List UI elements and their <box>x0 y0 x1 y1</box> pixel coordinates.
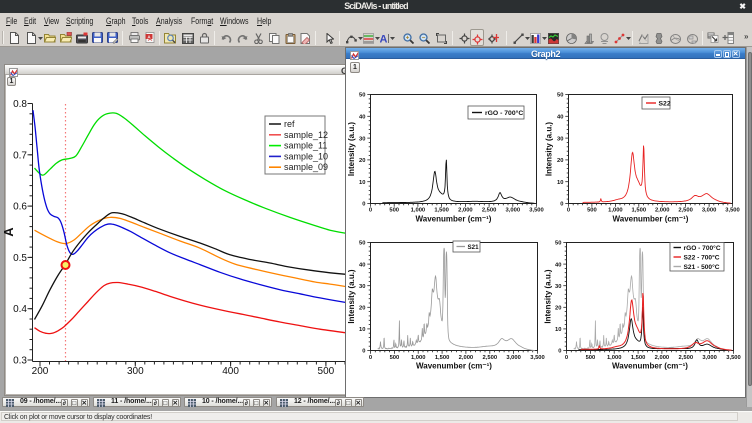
svg-text:3,000: 3,000 <box>506 355 521 361</box>
svg-text:20: 20 <box>555 306 561 312</box>
svg-text:500: 500 <box>318 366 335 377</box>
svg-text:3,500: 3,500 <box>726 355 741 361</box>
svg-text:0.7: 0.7 <box>13 150 27 161</box>
svg-text:0.4: 0.4 <box>13 304 27 315</box>
svg-text:S22 - 700°C: S22 - 700°C <box>684 254 720 262</box>
svg-text:2,500: 2,500 <box>483 355 498 361</box>
svg-text:0: 0 <box>369 355 372 361</box>
svg-text:2,000: 2,000 <box>459 355 474 361</box>
svg-text:3,000: 3,000 <box>702 355 717 361</box>
svg-text:3,000: 3,000 <box>702 208 717 214</box>
svg-text:3,000: 3,000 <box>506 208 521 214</box>
svg-text:3,500: 3,500 <box>725 208 740 214</box>
svg-text:40: 40 <box>359 262 365 268</box>
svg-text:Wavenumber (cm⁻¹): Wavenumber (cm⁻¹) <box>612 362 688 371</box>
svg-text:50: 50 <box>359 241 365 247</box>
svg-text:Intensity (a.u.): Intensity (a.u.) <box>544 269 553 324</box>
svg-text:20: 20 <box>359 158 365 164</box>
svg-text:40: 40 <box>557 115 563 121</box>
svg-text:2,000: 2,000 <box>655 355 670 361</box>
svg-text:0: 0 <box>369 208 372 214</box>
svg-text:1,000: 1,000 <box>607 355 622 361</box>
svg-text:0: 0 <box>560 202 563 208</box>
svg-text:sample_12: sample_12 <box>284 130 328 140</box>
svg-text:2,500: 2,500 <box>482 208 497 214</box>
svg-text:1,500: 1,500 <box>434 208 449 214</box>
svg-text:500: 500 <box>586 355 596 361</box>
svg-text:3,500: 3,500 <box>530 355 545 361</box>
svg-text:10: 10 <box>359 180 365 186</box>
svg-text:0.8: 0.8 <box>13 99 27 110</box>
svg-text:10: 10 <box>557 180 563 186</box>
svg-text:+: + <box>406 36 410 42</box>
svg-text:2,000: 2,000 <box>458 208 473 214</box>
svg-text:0: 0 <box>558 349 561 355</box>
svg-text:50: 50 <box>359 93 365 99</box>
svg-text:sample_10: sample_10 <box>284 151 328 161</box>
svg-text:1,000: 1,000 <box>411 208 426 214</box>
svg-text:ref: ref <box>284 119 295 129</box>
svg-text:400: 400 <box>222 366 239 377</box>
svg-text:Intensity (a.u.): Intensity (a.u.) <box>347 269 356 324</box>
svg-text:500: 500 <box>587 208 597 214</box>
svg-text:0: 0 <box>362 202 365 208</box>
svg-text:sample_11: sample_11 <box>284 141 327 151</box>
svg-text:2,000: 2,000 <box>655 208 670 214</box>
svg-text:30: 30 <box>359 136 365 142</box>
svg-text:A: A <box>4 227 16 237</box>
svg-text:1,000: 1,000 <box>608 208 623 214</box>
svg-text:Wavenumber (cm⁻¹): Wavenumber (cm⁻¹) <box>416 215 492 224</box>
svg-text:sample_09: sample_09 <box>284 162 328 172</box>
svg-text:−: − <box>422 36 426 42</box>
svg-text:0.5: 0.5 <box>13 253 27 264</box>
svg-text:10: 10 <box>359 327 365 333</box>
svg-text:3,500: 3,500 <box>529 208 544 214</box>
svg-text:Wavenumber (cm⁻¹): Wavenumber (cm⁻¹) <box>613 215 689 224</box>
svg-text:0: 0 <box>362 349 365 355</box>
svg-text:S22: S22 <box>659 101 671 108</box>
svg-text:0.3: 0.3 <box>13 356 27 367</box>
svg-text:200: 200 <box>32 366 49 377</box>
svg-text:S21: S21 <box>468 244 480 251</box>
svg-text:Intensity (a.u.): Intensity (a.u.) <box>347 122 356 177</box>
svg-text:2,500: 2,500 <box>678 208 693 214</box>
svg-text:0: 0 <box>565 355 568 361</box>
svg-text:50: 50 <box>557 93 563 99</box>
svg-text:30: 30 <box>557 136 563 142</box>
svg-text:rGO - 700°C: rGO - 700°C <box>485 109 523 117</box>
svg-text:40: 40 <box>359 115 365 121</box>
svg-text:0: 0 <box>567 208 570 214</box>
svg-text:300: 300 <box>127 366 144 377</box>
svg-text:50: 50 <box>555 241 561 247</box>
svg-text:30: 30 <box>359 284 365 290</box>
svg-text:20: 20 <box>557 158 563 164</box>
svg-text:rGO - 700°C: rGO - 700°C <box>684 244 721 252</box>
svg-text:500: 500 <box>390 355 400 361</box>
svg-text:2,500: 2,500 <box>679 355 694 361</box>
svg-text:500: 500 <box>389 208 399 214</box>
svg-text:20: 20 <box>359 306 365 312</box>
svg-text:10: 10 <box>555 327 561 333</box>
svg-text:1,500: 1,500 <box>435 355 450 361</box>
svg-text:1,500: 1,500 <box>631 355 646 361</box>
svg-text:1,500: 1,500 <box>632 208 647 214</box>
svg-text:0.6: 0.6 <box>13 202 27 213</box>
svg-text:40: 40 <box>555 262 561 268</box>
svg-text:1,000: 1,000 <box>411 355 426 361</box>
svg-text:A: A <box>380 34 388 45</box>
svg-text:30: 30 <box>555 284 561 290</box>
svg-text:Wavenumber (cm⁻¹): Wavenumber (cm⁻¹) <box>416 362 492 371</box>
svg-text:S21 - 500°C: S21 - 500°C <box>684 263 720 271</box>
svg-text:Intensity (a.u.): Intensity (a.u.) <box>545 122 554 177</box>
